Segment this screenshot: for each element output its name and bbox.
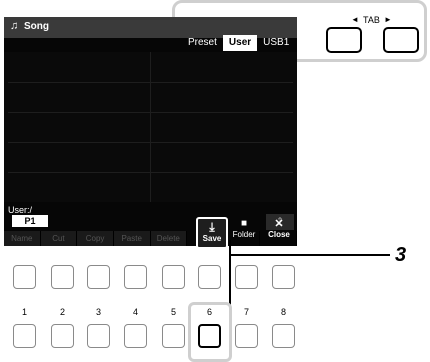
file-list-area[interactable] xyxy=(4,52,297,202)
tab-usb1[interactable]: USB1 xyxy=(257,35,295,51)
music-note-icon: ♫ xyxy=(10,20,19,32)
close-icon: ✕ xyxy=(274,218,284,230)
panel-lower-button-1[interactable] xyxy=(13,324,36,348)
folder-button[interactable]: ■ Folder xyxy=(230,218,258,244)
grid-divider xyxy=(150,52,151,202)
panel-upper-button-7[interactable] xyxy=(235,265,258,289)
panel-lower-button-8[interactable] xyxy=(272,324,295,348)
panel-upper-button-1[interactable] xyxy=(13,265,36,289)
panel-lower-button-6[interactable] xyxy=(198,324,221,348)
download-icon: ⤓ xyxy=(209,220,215,234)
panel-lower-button-7[interactable] xyxy=(235,324,258,348)
panel-upper-button-2[interactable] xyxy=(51,265,74,289)
close-label: Close xyxy=(268,230,290,239)
button-number: 2 xyxy=(59,307,65,317)
song-selection-screen: ♫ Song Preset User USB1 User:/ P1 ↥ Name… xyxy=(4,17,297,246)
step-number: 3 xyxy=(395,244,407,266)
tab-left-arrow-icon: ◄ xyxy=(351,15,359,24)
panel-upper-button-5[interactable] xyxy=(162,265,185,289)
folder-icon: ■ xyxy=(240,218,248,229)
panel-upper-button-4[interactable] xyxy=(124,265,147,289)
button-number: 6 xyxy=(206,307,212,317)
grid-divider xyxy=(8,82,293,83)
button-number: 4 xyxy=(132,307,138,317)
tab-label: TAB xyxy=(363,15,380,25)
paste-button[interactable]: Paste xyxy=(113,231,151,246)
save-button[interactable]: ⤓ Save xyxy=(196,217,228,249)
tab-user[interactable]: User xyxy=(222,35,258,51)
cut-button[interactable]: Cut xyxy=(40,231,78,246)
panel-lower-button-3[interactable] xyxy=(87,324,110,348)
button-number: 8 xyxy=(280,307,286,317)
panel-lower-button-2[interactable] xyxy=(51,324,74,348)
panel-upper-button-3[interactable] xyxy=(87,265,110,289)
grid-divider xyxy=(8,112,293,113)
tab-preset[interactable]: Preset xyxy=(182,35,223,51)
grid-divider xyxy=(8,172,293,173)
page-indicator[interactable]: P1 xyxy=(12,215,48,227)
copy-button[interactable]: Copy xyxy=(77,231,114,246)
grid-divider xyxy=(8,142,293,143)
tab-right-button[interactable] xyxy=(383,27,419,53)
save-label: Save xyxy=(202,234,222,243)
tab-left-button[interactable] xyxy=(326,27,362,53)
button-number: 1 xyxy=(21,307,27,317)
button-number: 7 xyxy=(243,307,249,317)
delete-button[interactable]: Delete xyxy=(150,231,188,246)
leader-line xyxy=(230,254,390,256)
screen-title: Song xyxy=(24,21,49,32)
folder-label: Folder xyxy=(232,230,256,239)
current-path: User:/ xyxy=(8,205,33,215)
panel-upper-button-8[interactable] xyxy=(272,265,295,289)
file-tabs: Preset User USB1 xyxy=(182,35,295,51)
panel-upper-button-6[interactable] xyxy=(198,265,221,289)
name-button[interactable]: Name xyxy=(4,231,41,246)
button-number: 5 xyxy=(170,307,176,317)
button-number: 3 xyxy=(95,307,101,317)
panel-lower-button-5[interactable] xyxy=(162,324,185,348)
tab-right-arrow-icon: ► xyxy=(384,15,392,24)
panel-lower-button-4[interactable] xyxy=(124,324,147,348)
close-button[interactable]: ✕ Close xyxy=(264,218,294,244)
